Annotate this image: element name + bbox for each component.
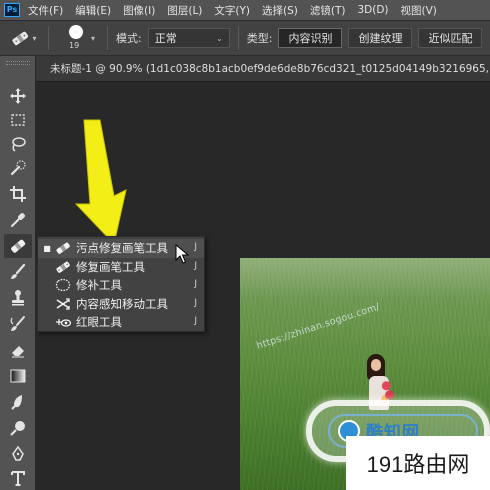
type-content-aware-button[interactable]: 内容识别 xyxy=(278,28,343,48)
options-bar: ▾ 19 ▾ 模式: 正常 ⌄ 类型: 内容识别 创建纹理 近似匹配 xyxy=(0,20,490,56)
flyout-item-label: 污点修复画笔工具 xyxy=(76,241,168,256)
dodge-tool[interactable] xyxy=(4,416,32,440)
flyout-item-red-eye[interactable]: 红眼工具 J xyxy=(38,313,204,332)
selected-bullet-icon: ■ xyxy=(43,243,51,253)
type-icon xyxy=(11,471,25,486)
history-brush-tool[interactable] xyxy=(4,312,32,336)
menu-select[interactable]: 选择(S) xyxy=(262,3,298,18)
flyout-item-shortcut: J xyxy=(194,297,197,308)
flyout-item-label: 修补工具 xyxy=(76,278,122,293)
marquee-tool[interactable] xyxy=(4,108,32,132)
blur-tool[interactable] xyxy=(4,390,32,414)
menu-image[interactable]: 图像(I) xyxy=(123,3,155,18)
menu-type[interactable]: 文字(Y) xyxy=(214,3,250,18)
lasso-tool[interactable] xyxy=(4,132,32,156)
image-sky-haze xyxy=(240,258,490,298)
brand-watermark: 191路由网 xyxy=(346,436,490,490)
options-divider xyxy=(48,26,49,50)
brush-tool[interactable] xyxy=(4,260,32,284)
crop-tool[interactable] xyxy=(4,182,32,206)
yellow-arrow-icon xyxy=(74,119,127,246)
spot-healing-brush-tool[interactable] xyxy=(4,234,32,258)
brush-picker[interactable]: 19 xyxy=(57,22,97,54)
menu-layer[interactable]: 图层(L) xyxy=(167,3,202,18)
chevron-down-icon: ▾ xyxy=(32,33,37,43)
type-label: 类型: xyxy=(246,32,273,45)
move-tool[interactable] xyxy=(4,84,32,108)
tool-preset-picker[interactable]: ▾ xyxy=(6,24,40,52)
menu-file[interactable]: 文件(F) xyxy=(28,3,63,18)
type-proximity-match-button[interactable]: 近似匹配 xyxy=(418,28,483,48)
menu-3d[interactable]: 3D(D) xyxy=(357,4,388,16)
flyout-item-shortcut: J xyxy=(194,316,197,326)
type-create-texture-button[interactable]: 创建纹理 xyxy=(348,28,413,48)
brush-size: 19 xyxy=(69,41,80,50)
mode-label: 模式: xyxy=(116,32,142,45)
spot-healing-brush-icon xyxy=(12,31,29,46)
tools-panel xyxy=(0,56,36,490)
patch-icon xyxy=(55,279,71,292)
flyout-item-label: 内容感知移动工具 xyxy=(76,296,168,311)
eyedropper-icon xyxy=(11,213,25,227)
document-title: 未标题-1 @ 90.9% (1d1c038c8b1acb0ef9de6de8b… xyxy=(50,63,490,75)
blur-icon xyxy=(11,395,22,410)
crop-icon xyxy=(10,186,26,202)
flyout-item-shortcut: J xyxy=(194,260,197,271)
options-divider xyxy=(107,26,109,50)
options-divider xyxy=(237,26,239,50)
gradient-tool[interactable] xyxy=(4,364,32,388)
menu-filter[interactable]: 滤镜(T) xyxy=(310,3,346,18)
flyout-item-shortcut: J xyxy=(194,279,197,289)
quick-select-icon xyxy=(10,160,26,176)
pen-icon xyxy=(12,445,24,461)
type-tool[interactable] xyxy=(4,466,32,490)
mouse-cursor-icon xyxy=(175,244,189,264)
menu-bar: Ps 文件(F) 编辑(E) 图像(I) 图层(L) 文字(Y) 选择(S) 滤… xyxy=(0,0,490,20)
menu-edit[interactable]: 编辑(E) xyxy=(75,3,111,18)
image-girl-face xyxy=(371,359,381,371)
chevron-down-icon: ⌄ xyxy=(216,33,223,43)
brush-tip-icon xyxy=(69,25,83,39)
brush-icon xyxy=(11,263,26,279)
mode-select[interactable]: 正常 ⌄ xyxy=(147,28,230,48)
red-eye-icon xyxy=(56,319,71,327)
spot-healing-brush-icon xyxy=(56,242,70,255)
gradient-icon xyxy=(10,369,26,383)
content-aware-move-icon xyxy=(56,298,70,310)
document-tab[interactable]: 未标题-1 @ 90.9% (1d1c038c8b1acb0ef9de6de8b… xyxy=(36,56,490,82)
eraser-tool[interactable] xyxy=(4,338,32,362)
clone-stamp-tool[interactable] xyxy=(4,286,32,310)
pen-tool[interactable] xyxy=(4,442,32,466)
brand-text: 191路由网 xyxy=(366,452,470,477)
history-brush-icon xyxy=(10,316,25,331)
move-icon xyxy=(10,88,26,104)
healing-brush-icon xyxy=(56,261,70,273)
panel-grip[interactable] xyxy=(6,61,30,65)
eraser-icon xyxy=(12,346,24,358)
photoshop-logo: Ps xyxy=(4,3,20,17)
mode-value: 正常 xyxy=(154,32,177,45)
spot-healing-brush-icon xyxy=(11,239,26,253)
menu-view[interactable]: 视图(V) xyxy=(401,3,437,18)
flyout-item-label: 红眼工具 xyxy=(76,315,122,330)
flyout-item-shortcut: J xyxy=(194,242,197,252)
eyedropper-tool[interactable] xyxy=(4,208,32,232)
dodge-icon xyxy=(10,421,25,436)
flyout-item-patch[interactable]: 修补工具 J xyxy=(38,276,204,295)
lasso-icon xyxy=(12,137,26,152)
flyout-item-content-aware-move[interactable]: 内容感知移动工具 J xyxy=(38,295,204,314)
marquee-icon xyxy=(11,114,25,126)
flyout-item-label: 修复画笔工具 xyxy=(76,259,145,274)
clone-stamp-icon xyxy=(12,290,24,306)
quick-select-tool[interactable] xyxy=(4,156,32,180)
